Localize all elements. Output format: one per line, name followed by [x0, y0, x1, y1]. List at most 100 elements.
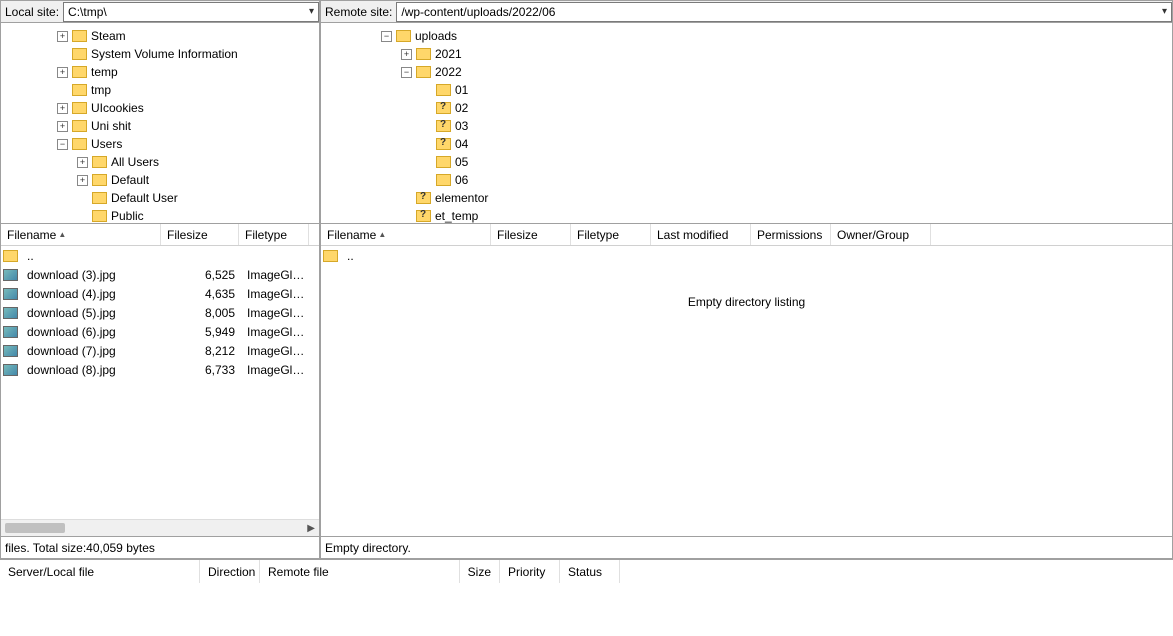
expand-icon[interactable]: + — [401, 49, 412, 60]
file-type: ImageGlass — [241, 306, 311, 320]
tree-item-label: 2022 — [435, 65, 462, 79]
tree-item[interactable]: tmp — [1, 81, 319, 99]
tree-item[interactable]: 03 — [321, 117, 1172, 135]
local-path-input[interactable]: C:\tmp\ ▾ — [63, 2, 319, 22]
folder-icon — [436, 156, 451, 168]
parent-dir-row[interactable]: .. — [321, 246, 1172, 265]
col-filetype[interactable]: Filetype — [239, 224, 309, 245]
tree-item[interactable]: Public — [1, 207, 319, 223]
tree-item-label: uploads — [415, 29, 457, 43]
col-serverfile[interactable]: Server/Local file — [0, 560, 200, 583]
tree-item[interactable]: 01 — [321, 81, 1172, 99]
folder-icon — [436, 174, 451, 186]
col-permissions[interactable]: Permissions — [751, 224, 831, 245]
local-tree[interactable]: +Steam System Volume Information + temp tmp +… — [1, 23, 319, 223]
file-type: ImageGlass — [241, 287, 311, 301]
col-remotefile[interactable]: Remote file — [260, 560, 460, 583]
tree-item[interactable]: elementor — [321, 189, 1172, 207]
tree-item[interactable]: − uploads — [321, 27, 1172, 45]
folder-icon — [416, 48, 431, 60]
col-filename[interactable]: Filename▲ — [1, 224, 161, 245]
local-pathbar: Local site: C:\tmp\ ▾ — [1, 1, 319, 23]
local-file-list[interactable]: ..download (3).jpg6,525ImageGlassdownloa… — [1, 246, 319, 519]
tree-item-label: 03 — [455, 119, 468, 133]
col-filesize[interactable]: Filesize — [161, 224, 239, 245]
col-ownergroup[interactable]: Owner/Group — [831, 224, 931, 245]
tree-item[interactable]: + Default — [1, 171, 319, 189]
tree-spacer — [77, 211, 88, 222]
tree-item[interactable]: Default User — [1, 189, 319, 207]
expand-icon[interactable]: + — [57, 31, 68, 42]
tree-item[interactable]: 04 — [321, 135, 1172, 153]
file-row[interactable]: download (8).jpg6,733ImageGlass — [1, 360, 319, 379]
tree-spacer — [421, 139, 432, 150]
col-lastmodified[interactable]: Last modified — [651, 224, 751, 245]
remote-pathbar: Remote site: /wp-content/uploads/2022/06… — [321, 1, 1172, 23]
tree-item[interactable]: +UIcookies — [1, 99, 319, 117]
remote-tree[interactable]: − uploads +2021 − 2022 01 02 03 04 05 06 elementore… — [321, 23, 1172, 223]
tree-item-label: temp — [91, 65, 118, 79]
empty-listing-message: Empty directory listing — [321, 265, 1172, 309]
tree-item[interactable]: −Users — [1, 135, 319, 153]
tree-item-label: tmp — [91, 83, 111, 97]
file-row[interactable]: download (5).jpg8,005ImageGlass — [1, 303, 319, 322]
file-row[interactable]: download (6).jpg5,949ImageGlass — [1, 322, 319, 341]
tree-item[interactable]: 05 — [321, 153, 1172, 171]
expand-icon[interactable]: + — [57, 67, 68, 78]
expand-icon[interactable]: + — [57, 103, 68, 114]
col-direction[interactable]: Direction — [200, 560, 260, 583]
file-size: 6,733 — [163, 363, 241, 377]
col-size[interactable]: Size — [460, 560, 500, 583]
file-name: download (5).jpg — [21, 306, 163, 320]
local-hscrollbar[interactable]: ▶ — [1, 519, 319, 536]
tree-item[interactable]: +Uni shit — [1, 117, 319, 135]
tree-item-label: Default — [111, 173, 149, 187]
tree-item[interactable]: 06 — [321, 171, 1172, 189]
tree-item[interactable]: 02 — [321, 99, 1172, 117]
tree-item[interactable]: − 2022 — [321, 63, 1172, 81]
tree-item[interactable]: System Volume Information — [1, 45, 319, 63]
file-name: download (8).jpg — [21, 363, 163, 377]
scrollbar-thumb[interactable] — [5, 523, 65, 533]
tree-item[interactable]: et_temp — [321, 207, 1172, 223]
col-filename[interactable]: Filename▲ — [321, 224, 491, 245]
folder-unknown-icon — [436, 120, 451, 132]
collapse-icon[interactable]: − — [381, 31, 392, 42]
file-row[interactable]: download (4).jpg4,635ImageGlass — [1, 284, 319, 303]
remote-path-input[interactable]: /wp-content/uploads/2022/06 ▾ — [396, 2, 1172, 22]
folder-icon — [72, 138, 87, 150]
tree-item-label: System Volume Information — [91, 47, 238, 61]
tree-item[interactable]: +Steam — [1, 27, 319, 45]
folder-icon — [72, 102, 87, 114]
folder-icon — [3, 250, 18, 262]
tree-item-label: 04 — [455, 137, 468, 151]
expand-icon[interactable]: + — [57, 121, 68, 132]
scroll-right-icon[interactable]: ▶ — [307, 523, 315, 534]
file-row[interactable]: download (7).jpg8,212ImageGlass — [1, 341, 319, 360]
tree-item-label: 02 — [455, 101, 468, 115]
image-file-icon — [3, 307, 18, 319]
collapse-icon[interactable]: − — [401, 67, 412, 78]
remote-file-list[interactable]: .. Empty directory listing — [321, 246, 1172, 536]
file-row[interactable]: .. — [1, 246, 319, 265]
file-row[interactable]: download (3).jpg6,525ImageGlass — [1, 265, 319, 284]
col-priority[interactable]: Priority — [500, 560, 560, 583]
col-filetype[interactable]: Filetype — [571, 224, 651, 245]
folder-unknown-icon — [436, 138, 451, 150]
tree-item-label: 06 — [455, 173, 468, 187]
col-status[interactable]: Status — [560, 560, 620, 583]
tree-item[interactable]: +All Users — [1, 153, 319, 171]
chevron-down-icon[interactable]: ▾ — [309, 6, 314, 17]
expand-icon[interactable]: + — [77, 157, 88, 168]
collapse-icon[interactable]: − — [57, 139, 68, 150]
file-type: ImageGlass — [241, 268, 311, 282]
col-filesize[interactable]: Filesize — [491, 224, 571, 245]
tree-item[interactable]: + temp — [1, 63, 319, 81]
chevron-down-icon[interactable]: ▾ — [1162, 6, 1167, 17]
tree-item-label: Public — [111, 209, 144, 223]
tree-item[interactable]: +2021 — [321, 45, 1172, 63]
folder-icon — [72, 30, 87, 42]
expand-icon[interactable]: + — [77, 175, 88, 186]
tree-spacer — [401, 193, 412, 204]
tree-spacer — [421, 121, 432, 132]
